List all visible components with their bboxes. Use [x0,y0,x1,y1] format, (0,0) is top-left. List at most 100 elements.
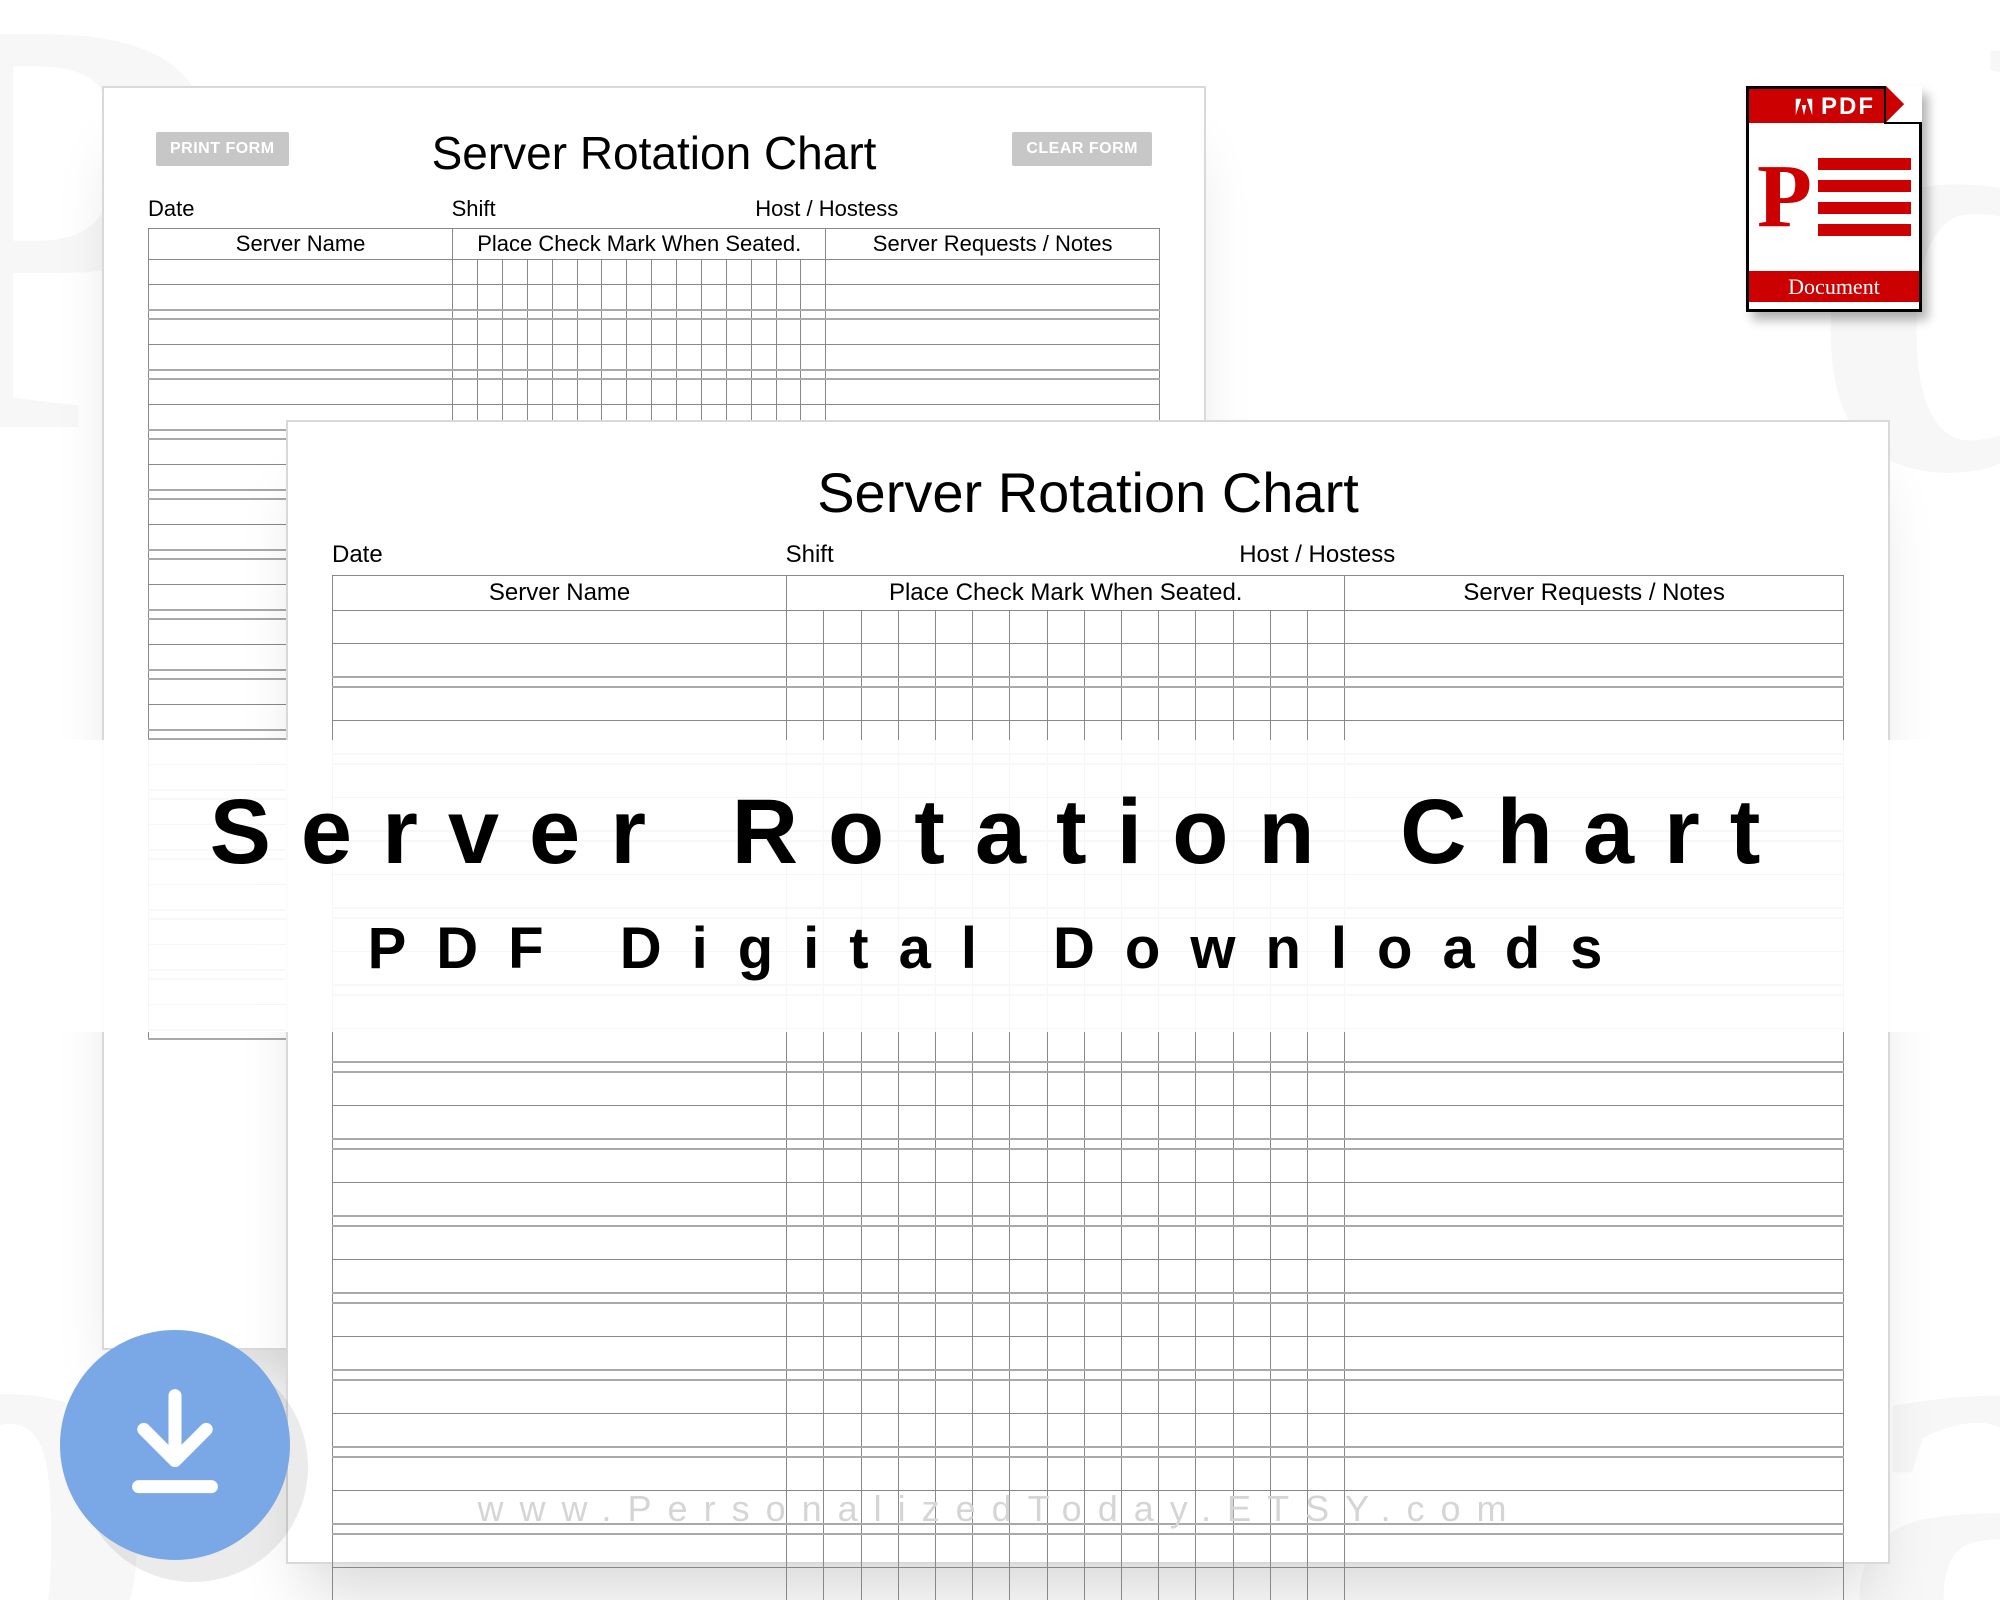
field-label-shift: Shift [452,196,756,222]
clear-form-button[interactable]: CLEAR FORM [1012,132,1152,166]
cell-check-grid[interactable] [787,1072,1345,1106]
table-row [333,687,1844,721]
cell-notes[interactable] [1345,644,1844,678]
col-header-check: Place Check Mark When Seated. [787,576,1345,611]
table-row [149,285,1160,311]
cell-notes[interactable] [1345,1303,1844,1337]
table-row [333,1226,1844,1260]
cell-notes[interactable] [826,379,1160,405]
cell-notes[interactable] [1345,1414,1844,1448]
cell-check-grid[interactable] [787,1414,1345,1448]
cell-notes[interactable] [1345,1337,1844,1371]
cell-check-grid[interactable] [787,1149,1345,1183]
table-row [333,1303,1844,1337]
table-row [333,1183,1844,1217]
cell-server-name[interactable] [149,260,453,285]
table-row [149,319,1160,345]
cell-notes[interactable] [1345,1106,1844,1140]
cell-check-grid[interactable] [787,644,1345,678]
cell-check-grid[interactable] [453,379,826,405]
cell-notes[interactable] [1345,1072,1844,1106]
promo-overlay-line2: PDF Digital Downloads [0,915,2000,982]
download-badge[interactable] [60,1330,290,1560]
field-row: Date Shift Host / Hostess [332,541,1844,569]
cell-check-grid[interactable] [787,611,1345,644]
cell-server-name[interactable] [149,379,453,405]
table-row [333,1106,1844,1140]
pdf-badge-foot: Document [1749,271,1919,302]
table-row [333,611,1844,644]
cell-server-name[interactable] [333,1457,787,1491]
cell-server-name[interactable] [333,1303,787,1337]
field-row: Date Shift Host / Hostess [148,196,1160,222]
cell-server-name[interactable] [333,1072,787,1106]
cell-server-name[interactable] [333,1337,787,1371]
table-separator [333,1447,1844,1457]
cell-server-name[interactable] [333,1106,787,1140]
cell-notes[interactable] [1345,687,1844,721]
cell-notes[interactable] [1345,1457,1844,1491]
cell-notes[interactable] [826,285,1160,311]
cell-server-name[interactable] [149,345,453,371]
field-label-shift: Shift [786,541,1240,569]
table-row [149,260,1160,285]
cell-notes[interactable] [1345,611,1844,644]
table-row [333,1072,1844,1106]
cell-check-grid[interactable] [787,1380,1345,1414]
cell-notes[interactable] [826,345,1160,371]
cell-notes[interactable] [1345,1029,1844,1063]
cell-server-name[interactable] [149,319,453,345]
cell-check-grid[interactable] [787,1260,1345,1294]
cell-server-name[interactable] [333,644,787,678]
cell-server-name[interactable] [333,1183,787,1217]
table-row [333,1414,1844,1448]
cell-check-grid[interactable] [453,345,826,371]
cell-check-grid[interactable] [453,285,826,311]
field-label-host: Host / Hostess [1239,541,1844,569]
cell-notes[interactable] [826,260,1160,285]
field-label-date: Date [148,196,452,222]
cell-server-name[interactable] [333,1029,787,1063]
cell-check-grid[interactable] [787,1183,1345,1217]
cell-check-grid[interactable] [787,687,1345,721]
cell-check-grid[interactable] [787,1337,1345,1371]
table-separator [333,1370,1844,1380]
cell-check-grid[interactable] [787,1568,1345,1600]
cell-check-grid[interactable] [787,1106,1345,1140]
print-form-button[interactable]: PRINT FORM [156,132,289,166]
cell-check-grid[interactable] [787,1226,1345,1260]
cell-notes[interactable] [1345,1149,1844,1183]
cell-notes[interactable] [1345,1226,1844,1260]
cell-server-name[interactable] [333,1260,787,1294]
cell-server-name[interactable] [333,1380,787,1414]
cell-server-name[interactable] [333,687,787,721]
cell-check-grid[interactable] [787,1303,1345,1337]
cell-notes[interactable] [1345,1380,1844,1414]
cell-server-name[interactable] [149,285,453,311]
cell-server-name[interactable] [333,1534,787,1568]
table-separator [333,677,1844,687]
cell-server-name[interactable] [333,1149,787,1183]
cell-notes[interactable] [826,319,1160,345]
page-title: Server Rotation Chart [148,126,1160,180]
cell-check-grid[interactable] [787,1029,1345,1063]
cell-notes[interactable] [1345,1568,1844,1600]
pdf-badge-head: PDF [1749,89,1919,123]
cell-notes[interactable] [1345,1183,1844,1217]
cell-check-grid[interactable] [453,260,826,285]
page-title: Server Rotation Chart [332,460,1844,525]
cell-notes[interactable] [1345,1260,1844,1294]
table-row [333,644,1844,678]
cell-check-grid[interactable] [453,319,826,345]
cell-notes[interactable] [1345,1534,1844,1568]
cell-check-grid[interactable] [787,1457,1345,1491]
table-separator [333,1062,1844,1072]
col-header-notes: Server Requests / Notes [826,229,1160,260]
pdf-badge-lines-icon [1818,158,1911,236]
table-row [333,1534,1844,1568]
cell-check-grid[interactable] [787,1534,1345,1568]
cell-server-name[interactable] [333,1568,787,1600]
cell-server-name[interactable] [333,1414,787,1448]
cell-server-name[interactable] [333,611,787,644]
cell-server-name[interactable] [333,1226,787,1260]
